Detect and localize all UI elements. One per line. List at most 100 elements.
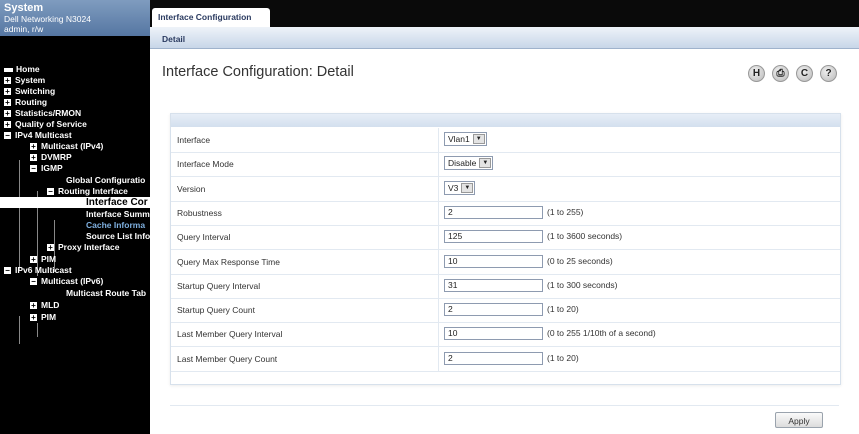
form-footer-divider xyxy=(170,405,839,406)
nav-item-igmp[interactable]: − IGMP xyxy=(30,163,63,174)
nav-item-switching[interactable]: + Switching xyxy=(4,86,55,97)
nav-item-pim-v4[interactable]: + PIM xyxy=(30,254,56,265)
field-range-hint: (1 to 20) xyxy=(547,304,579,315)
field-label: Interface xyxy=(177,135,211,145)
collapse-icon[interactable]: − xyxy=(4,132,11,140)
column-divider xyxy=(438,249,439,274)
form-row: Startup Query Count 2 (1 to 20) xyxy=(171,298,840,324)
field-input[interactable]: 2 xyxy=(444,303,543,317)
field-select[interactable]: Disable ▼ xyxy=(444,156,494,171)
collapse-icon[interactable]: − xyxy=(30,165,37,173)
column-divider xyxy=(438,152,439,177)
form-row: Version V3 ▼ xyxy=(171,176,840,202)
nav-item-global-configuration[interactable]: Global Configuratio xyxy=(66,175,145,186)
nav-item-multicast-ipv6[interactable]: − Multicast (IPv6) xyxy=(30,276,103,287)
refresh-button[interactable]: C xyxy=(796,65,813,82)
form-row: Last Member Query Count 2 (1 to 20) xyxy=(171,346,840,372)
form-row: Last Member Query Interval 10 (0 to 255 1/… xyxy=(171,322,840,348)
device-model: Dell Networking N3024 xyxy=(4,14,91,24)
expand-icon[interactable]: + xyxy=(30,154,37,162)
print-button[interactable]: ⎙ xyxy=(772,65,789,82)
field-range-hint: (0 to 255 1/10th of a second) xyxy=(547,328,656,339)
tree-guide-line xyxy=(19,160,20,270)
expand-icon[interactable]: + xyxy=(30,143,37,151)
nav-item-source-list[interactable]: Source List Info xyxy=(86,231,150,242)
nav-item-proxy-interface[interactable]: + Proxy Interface xyxy=(47,242,119,253)
refresh-icon: C xyxy=(800,68,809,79)
column-divider xyxy=(438,273,439,298)
expand-icon[interactable]: + xyxy=(30,256,37,264)
column-divider xyxy=(438,322,439,347)
expand-icon[interactable]: + xyxy=(30,314,37,322)
user-access: admin, r/w xyxy=(4,24,44,34)
field-label: Last Member Query Count xyxy=(177,353,278,364)
interface-detail-form: Interface Vlan1 ▼ Interface Mode Disable ▼ Ver… xyxy=(170,113,841,385)
column-divider xyxy=(438,200,439,225)
field-select[interactable]: Vlan1 ▼ xyxy=(444,132,487,146)
nav-item-multicast-ipv4[interactable]: + Multicast (IPv4) xyxy=(30,141,103,152)
expand-icon[interactable]: + xyxy=(4,77,11,85)
expand-icon[interactable]: + xyxy=(4,99,11,107)
system-title: System xyxy=(4,2,44,14)
column-divider xyxy=(438,176,439,201)
field-label: Query Interval xyxy=(177,232,231,243)
field-input[interactable]: 10 xyxy=(444,254,543,268)
nav-item-ipv6-multicast[interactable]: − IPv6 Multicast xyxy=(4,265,72,276)
help-button[interactable]: H xyxy=(748,65,765,82)
collapse-icon[interactable]: − xyxy=(4,267,11,275)
expand-icon[interactable]: + xyxy=(4,110,11,118)
help-icon: H xyxy=(752,68,761,79)
form-row: Query Interval 125 (1 to 3600 seconds) xyxy=(171,225,840,251)
field-input[interactable]: 2 xyxy=(444,205,543,219)
field-select[interactable]: V3 ▼ xyxy=(444,180,476,195)
sub-tab-detail[interactable]: Detail xyxy=(162,34,185,44)
form-row: Startup Query Interval 31 (1 to 300 second… xyxy=(171,273,840,299)
column-divider xyxy=(438,128,439,152)
nav-item-dvmrp[interactable]: + DVMRP xyxy=(30,152,72,163)
nav-item-multicast-route-table[interactable]: Multicast Route Tab xyxy=(66,288,146,299)
select-value: Vlan1 xyxy=(448,134,470,144)
collapse-icon[interactable]: − xyxy=(30,278,37,286)
nav-item-interface-configuration[interactable]: Interface Cor xyxy=(0,197,150,208)
question-icon: ? xyxy=(825,68,832,79)
field-input[interactable]: 31 xyxy=(444,278,543,292)
field-range-hint: (1 to 3600 seconds) xyxy=(547,231,623,242)
tree-guide-line xyxy=(19,316,20,344)
question-button[interactable]: ? xyxy=(820,65,837,82)
navigation-sidebar: System Dell Networking N3024 admin, r/w … xyxy=(0,0,150,434)
form-row: Interface Mode Disable ▼ xyxy=(171,152,840,178)
collapse-icon[interactable]: − xyxy=(47,188,54,196)
field-range-hint: (1 to 300 seconds) xyxy=(547,279,618,290)
chevron-down-icon[interactable]: ▼ xyxy=(479,158,492,169)
nav-item-pim-v6[interactable]: + PIM xyxy=(30,312,56,323)
form-row: Robustness 2 (1 to 255) xyxy=(171,200,840,226)
chevron-down-icon[interactable]: ▼ xyxy=(472,134,485,144)
nav-item-cache-information[interactable]: Cache Informa xyxy=(86,220,145,231)
tree-guide-line xyxy=(37,323,38,337)
nav-item-ipv4-multicast[interactable]: − IPv4 Multicast xyxy=(4,130,72,141)
nav-item-qos[interactable]: + Quality of Service xyxy=(4,119,87,130)
nav-item-interface-summary[interactable]: Interface Summ xyxy=(86,209,150,220)
expand-icon[interactable]: + xyxy=(30,302,37,310)
nav-item-statistics[interactable]: + Statistics/RMON xyxy=(4,108,81,119)
chevron-down-icon[interactable]: ▼ xyxy=(461,182,474,193)
field-range-hint: (0 to 25 seconds) xyxy=(547,255,613,266)
expand-icon[interactable]: + xyxy=(47,244,54,252)
select-value: Disable xyxy=(448,158,477,169)
field-input[interactable]: 10 xyxy=(444,327,543,341)
sub-tab-bar xyxy=(150,27,859,49)
apply-button[interactable]: Apply xyxy=(775,412,823,428)
nav-item-system[interactable]: + System xyxy=(4,75,45,86)
nav-item-routing-interface[interactable]: − Routing Interface xyxy=(47,186,128,197)
system-header: System Dell Networking N3024 admin, r/w xyxy=(0,0,150,36)
expand-icon[interactable]: + xyxy=(4,121,11,129)
field-label: Startup Query Interval xyxy=(177,280,261,291)
field-input[interactable]: 125 xyxy=(444,230,543,244)
expand-icon[interactable]: + xyxy=(4,88,11,96)
nav-item-routing[interactable]: + Routing xyxy=(4,97,47,108)
field-input[interactable]: 2 xyxy=(444,351,543,365)
nav-item-mld[interactable]: + MLD xyxy=(30,300,59,311)
nav-item-home[interactable]: Home xyxy=(4,64,40,75)
tab-interface-configuration[interactable]: Interface Configuration xyxy=(152,8,270,27)
page-title: Interface Configuration: Detail xyxy=(162,64,354,80)
